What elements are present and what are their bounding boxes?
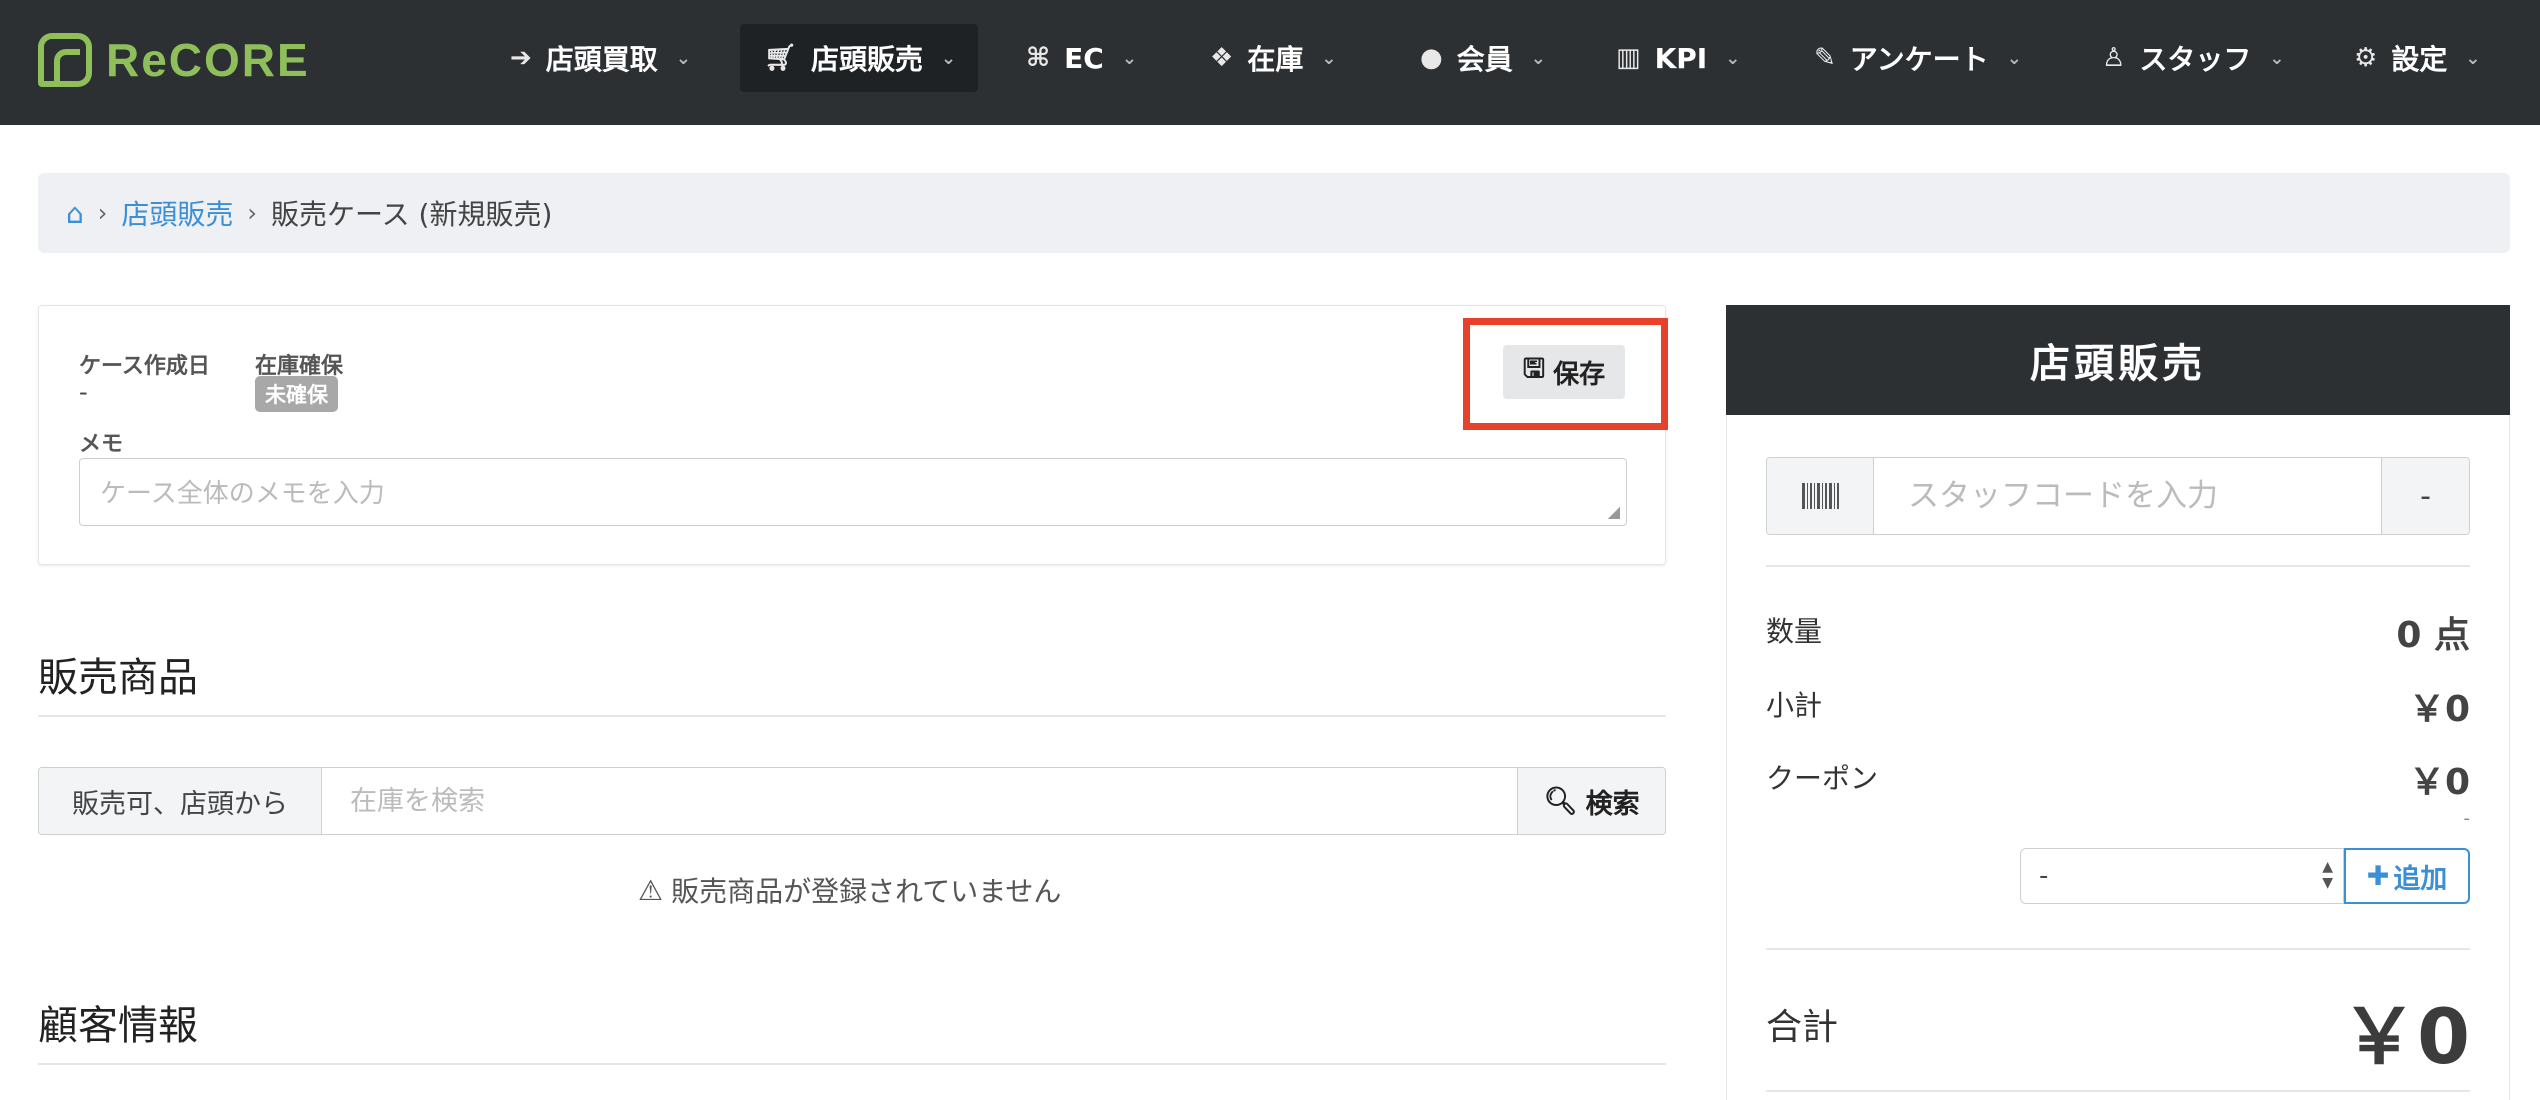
pos-divider <box>1766 1090 2470 1092</box>
nav-item-staff[interactable]: ♙ スタッフ ⌄ <box>2078 24 2308 92</box>
nav-item-label: KPI <box>1654 41 1708 75</box>
cubes-icon: ❖ <box>1210 43 1234 73</box>
staff-code-input[interactable] <box>1874 458 2381 534</box>
sign-in-icon: ➔ <box>510 43 532 73</box>
no-products-message: ⚠ 販売商品が登録されていません <box>638 870 1061 910</box>
resize-handle-icon[interactable]: ◢ <box>1608 502 1620 521</box>
coupon-select-value: - <box>2039 861 2049 891</box>
nav-item-ec[interactable]: ⌘ EC ⌄ <box>1002 24 1161 92</box>
chevron-down-icon: ⌄ <box>2006 47 2022 69</box>
nav-item-label: 店頭買取 <box>545 43 658 76</box>
customer-section-title: 顧客情報 <box>38 1003 198 1049</box>
section-divider <box>38 715 1666 717</box>
gear-icon: ⚙ <box>2354 43 2378 73</box>
home-icon[interactable]: ⌂ <box>66 197 84 230</box>
pos-divider <box>1766 565 2470 567</box>
breadcrumb: ⌂ › 店頭販売 › 販売ケース (新規販売) <box>38 173 2510 253</box>
coupon-label: クーポン <box>1766 762 1879 795</box>
nav-item-label: スタッフ <box>2139 43 2252 76</box>
cart-icon: 🛒︎ <box>764 43 798 73</box>
top-navbar: ReCORE ➔ 店頭買取 ⌄ 🛒︎ 店頭販売 ⌄ ⌘ EC ⌄ ❖ 在庫 ⌄ … <box>0 0 2540 125</box>
case-created-label: ケース作成日 <box>79 354 210 379</box>
staff-icon: ♙ <box>2102 43 2126 73</box>
search-button-label: 検索 <box>1585 788 1640 820</box>
stock-search-group: 販売可、店頭から 🔍︎ 検索 <box>38 767 1666 835</box>
nav-item-inventory[interactable]: ❖ 在庫 ⌄ <box>1186 24 1360 92</box>
coupon-note: - <box>2463 808 2471 829</box>
products-section-title: 販売商品 <box>38 655 198 701</box>
select-arrows-icon: ▲ ▼ <box>2322 859 2333 891</box>
barcode-icon <box>1801 483 1839 509</box>
add-coupon-button[interactable]: ✚ 追加 <box>2344 848 2470 904</box>
chevron-down-icon: ⌄ <box>941 47 957 69</box>
stock-reserve-badge: 未確保 <box>255 376 338 412</box>
pos-divider <box>1766 948 2470 950</box>
quantity-value: 0 点 <box>2396 615 2470 656</box>
stock-filter-button[interactable]: 販売可、店頭から <box>39 768 322 834</box>
subtotal-label: 小計 <box>1766 689 1823 722</box>
chevron-down-icon: ⌄ <box>2465 47 2481 69</box>
user-icon: ● <box>1420 43 1443 73</box>
search-icon: 🔍︎ <box>1543 786 1578 817</box>
recore-logo[interactable]: ReCORE <box>38 30 310 90</box>
logo-mark-icon <box>38 33 92 87</box>
memo-label: メモ <box>79 432 124 457</box>
sitemap-icon: ⌘ <box>1026 43 1051 73</box>
plus-icon: ✚ <box>2366 860 2390 892</box>
nav-item-label: 会員 <box>1456 43 1513 76</box>
total-value: ￥0 <box>2341 992 2470 1081</box>
coupon-value: ￥0 <box>2408 762 2470 803</box>
chevron-down-icon: ⌄ <box>1321 47 1337 69</box>
nav-item-label: EC <box>1064 41 1104 75</box>
add-button-label: 追加 <box>2393 863 2448 895</box>
breadcrumb-link-store-sales[interactable]: 店頭販売 <box>121 193 233 233</box>
search-button[interactable]: 🔍︎ 検索 <box>1517 768 1665 834</box>
warning-icon: ⚠ <box>638 873 664 907</box>
case-info-panel: ケース作成日 - 在庫確保 未確保 メモ ケース全体のメモを入力 ◢ <box>38 305 1666 565</box>
section-divider <box>38 1063 1666 1065</box>
case-created-value: - <box>79 378 88 406</box>
nav-item-kpi[interactable]: ▥ KPI ⌄ <box>1592 24 1764 92</box>
breadcrumb-separator: › <box>97 199 108 227</box>
nav-item-label: 在庫 <box>1247 43 1304 76</box>
breadcrumb-separator: › <box>247 199 258 227</box>
nav-item-members[interactable]: ● 会員 ⌄ <box>1396 24 1570 92</box>
staff-code-group: - <box>1766 457 2470 535</box>
stock-search-input[interactable] <box>322 768 1517 834</box>
chevron-down-icon: ⌄ <box>675 47 691 69</box>
chevron-down-icon: ⌄ <box>1725 47 1741 69</box>
subtotal-value: ￥0 <box>2408 689 2470 730</box>
save-button-label: 保存 <box>1553 359 1606 390</box>
breadcrumb-current: 販売ケース (新規販売) <box>271 198 553 231</box>
save-button[interactable]: 🖫 保存 <box>1503 345 1625 399</box>
nav-item-store-purchase[interactable]: ➔ 店頭買取 ⌄ <box>486 24 715 92</box>
memo-textarea[interactable]: ケース全体のメモを入力 ◢ <box>79 458 1627 526</box>
memo-placeholder: ケース全体のメモを入力 <box>100 479 385 509</box>
chevron-down-icon: ⌄ <box>1530 47 1546 69</box>
nav-item-label: 店頭販売 <box>811 43 924 76</box>
nav-item-label: アンケート <box>1849 43 1989 76</box>
quantity-label: 数量 <box>1766 615 1823 648</box>
chevron-down-icon: ⌄ <box>1121 47 1137 69</box>
bar-chart-icon: ▥ <box>1616 43 1641 73</box>
nav-item-label: 設定 <box>2391 43 2448 76</box>
coupon-select[interactable]: - ▲ ▼ <box>2020 848 2344 904</box>
total-label: 合計 <box>1766 1007 1839 1048</box>
nav-item-settings[interactable]: ⚙ 設定 ⌄ <box>2330 24 2504 92</box>
nav-item-survey[interactable]: ✎ アンケート ⌄ <box>1790 24 2046 92</box>
no-products-text: 販売商品が登録されていません <box>671 875 1062 908</box>
staff-code-button[interactable]: - <box>2381 458 2469 534</box>
barcode-button[interactable] <box>1767 458 1874 534</box>
edit-icon: ✎ <box>1814 43 1836 73</box>
chevron-down-icon: ⌄ <box>2269 47 2285 69</box>
nav-item-store-sales[interactable]: 🛒︎ 店頭販売 ⌄ <box>740 24 978 92</box>
floppy-disk-icon: 🖫 <box>1522 354 1546 384</box>
pos-panel-title: 店頭販売 <box>1726 305 2510 415</box>
logo-text: ReCORE <box>106 34 310 86</box>
